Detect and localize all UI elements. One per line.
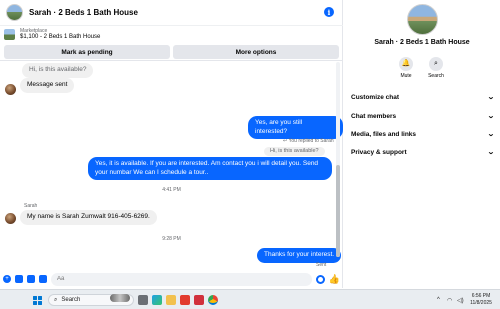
wifi-icon[interactable]: ◠ xyxy=(447,297,452,304)
section-chat-members[interactable]: Chat members ⌄ xyxy=(351,110,495,122)
sarah-number-bubble: My name is Sarah Zumwalt 916-405-6269. xyxy=(20,210,157,225)
task-view-icon[interactable] xyxy=(138,295,148,305)
clock-date: 11/8/2025 xyxy=(470,300,492,306)
still-interested-bubble: Yes, are you still interested? xyxy=(248,116,343,139)
sender-name: Sarah xyxy=(24,203,38,209)
clock-time: 6:56 PM xyxy=(471,293,491,299)
emoji-icon[interactable] xyxy=(315,274,325,284)
section-label: Privacy & support xyxy=(351,148,407,156)
section-label: Customize chat xyxy=(351,93,400,101)
section-media-files-links[interactable]: Media, files and links ⌄ xyxy=(351,128,495,140)
section-privacy-support[interactable]: Privacy & support ⌄ xyxy=(351,146,495,158)
available-reply-bubble: Yes, it is available. If you are interes… xyxy=(88,157,332,180)
marketplace-listing[interactable]: Marketplace $1,100 - 2 Beds 1 Bath House xyxy=(0,25,343,43)
scrollbar-thumb[interactable] xyxy=(336,165,340,257)
search-highlight-image[interactable] xyxy=(110,294,130,302)
info-name: Sarah · 2 Beds 1 Bath House xyxy=(374,39,470,46)
thumbs-up-icon[interactable]: 👍 xyxy=(329,274,340,285)
more-options-button[interactable]: More options xyxy=(173,45,339,59)
timestamp: 4:41 PM xyxy=(162,187,181,193)
chevron-down-icon: ⌄ xyxy=(487,113,495,120)
quoted-message: Hi, is this available? xyxy=(22,63,94,78)
search-label: Search xyxy=(428,73,444,79)
windows-start-icon[interactable] xyxy=(33,296,42,305)
search-action[interactable]: ⌕ Search xyxy=(424,57,448,79)
chrome-icon[interactable] xyxy=(208,295,218,305)
app-icon[interactable] xyxy=(194,295,204,305)
bell-icon: 🔔 xyxy=(399,57,413,71)
section-label: Media, files and links xyxy=(351,130,417,138)
sender-avatar[interactable] xyxy=(5,84,16,95)
chat-panel: Sarah · 2 Beds 1 Bath House i Marketplac… xyxy=(0,0,343,288)
taskbar: ⌕ Search ^ ◠ ◁) 6:56 PM 11/8/2025 xyxy=(0,289,500,309)
mark-as-pending-button[interactable]: Mark as pending xyxy=(4,45,170,59)
listing-actions: Mark as pending More options xyxy=(4,45,339,59)
image-icon[interactable] xyxy=(15,275,23,283)
section-label: Chat members xyxy=(351,112,397,120)
chevron-up-icon[interactable]: ^ xyxy=(437,297,440,303)
sticker-icon[interactable] xyxy=(27,275,35,283)
gif-icon[interactable] xyxy=(39,275,47,283)
volume-icon[interactable]: ◁) xyxy=(457,297,464,304)
chat-avatar[interactable] xyxy=(6,3,23,21)
profile-avatar[interactable] xyxy=(407,4,438,35)
file-explorer-icon[interactable] xyxy=(166,295,176,305)
reply-quote: Hi, is this available? xyxy=(264,147,325,156)
listing-title: $1,100 - 2 Beds 1 Bath House xyxy=(20,34,101,40)
timestamp: 9:28 PM xyxy=(162,236,181,242)
chat-info-panel: Sarah · 2 Beds 1 Bath House 🔔 Mute ⌕ Sea… xyxy=(344,0,500,288)
search-icon: ⌕ xyxy=(429,57,443,71)
info-icon[interactable]: i xyxy=(324,7,334,17)
system-clock[interactable]: 6:56 PM 11/8/2025 xyxy=(468,293,494,307)
listing-thumbnail xyxy=(4,29,15,40)
youtube-icon[interactable] xyxy=(180,295,190,305)
chat-title[interactable]: Sarah · 2 Beds 1 Bath House xyxy=(29,8,324,17)
taskbar-search-label: Search xyxy=(61,297,81,303)
search-icon: ⌕ xyxy=(54,296,58,303)
chevron-down-icon: ⌄ xyxy=(487,94,495,101)
composer: + 👍 xyxy=(0,270,343,288)
mute-label: Mute xyxy=(400,73,412,79)
reply-label: ↩ You replied to Sarah xyxy=(283,138,334,144)
message-input[interactable] xyxy=(51,272,312,286)
sender-avatar[interactable] xyxy=(5,213,16,224)
chevron-down-icon: ⌄ xyxy=(487,149,495,156)
sent-status: Sent xyxy=(316,262,327,268)
thanks-bubble: Thanks for your interest. xyxy=(257,248,342,263)
message-list[interactable]: Hi, is this available? Message sent Yes,… xyxy=(0,60,343,269)
chat-header: Sarah · 2 Beds 1 Bath House i xyxy=(0,0,343,24)
edge-icon[interactable] xyxy=(152,295,162,305)
section-customize-chat[interactable]: Customize chat ⌄ xyxy=(351,91,495,103)
message-sent-bubble: Message sent xyxy=(20,78,75,93)
chevron-down-icon: ⌄ xyxy=(487,131,495,138)
plus-icon[interactable]: + xyxy=(3,275,11,283)
mute-action[interactable]: 🔔 Mute xyxy=(394,57,418,79)
